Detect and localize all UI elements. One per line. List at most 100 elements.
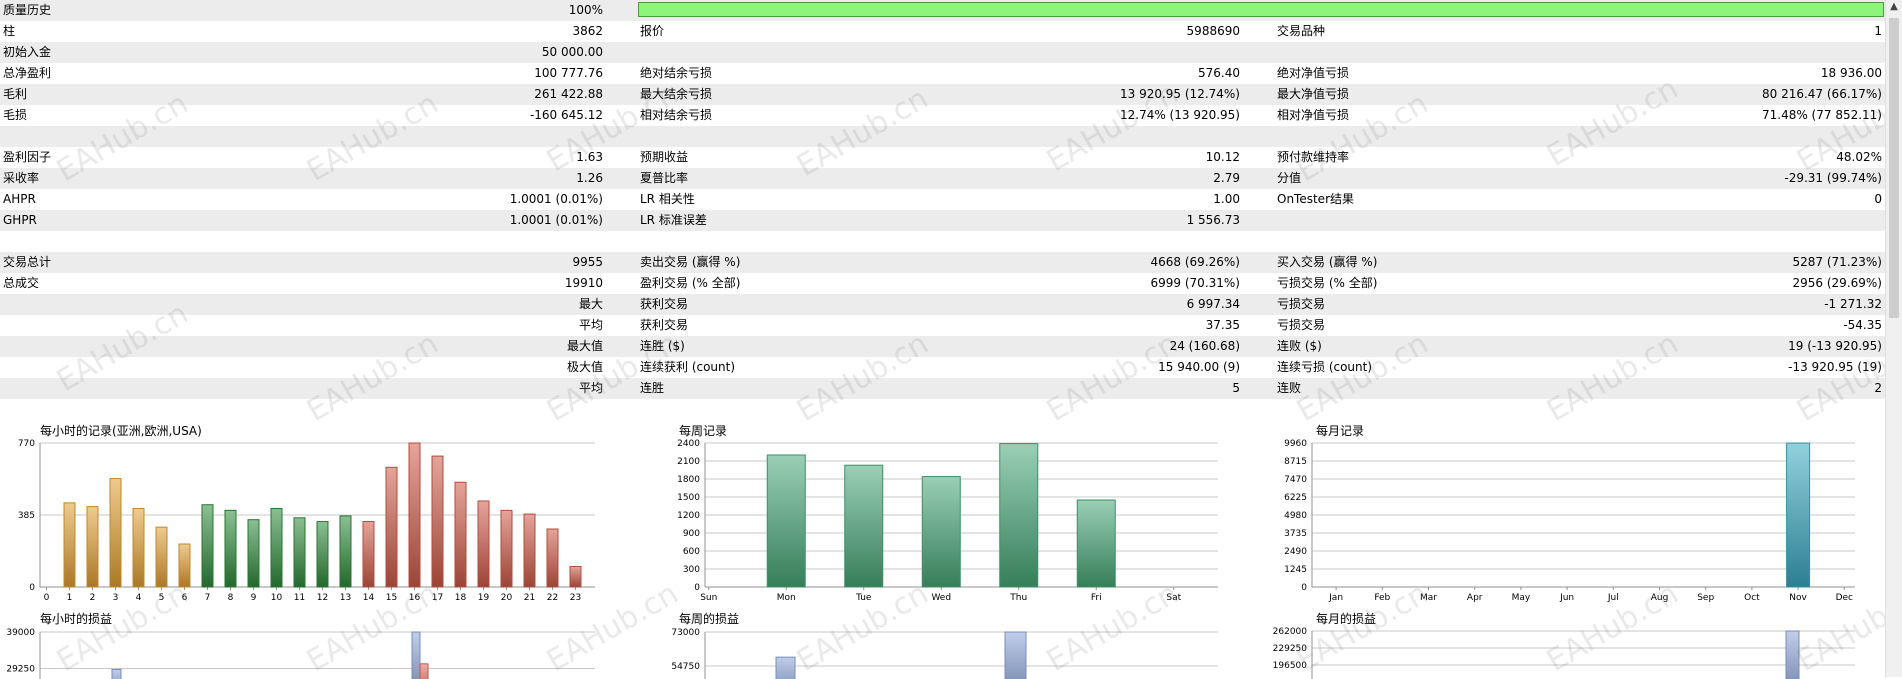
weekly-records-x-tick: Mon bbox=[777, 593, 796, 603]
monthly-records-y-tick: 9960 bbox=[1284, 439, 1307, 449]
hourly-records-x-tick: 2 bbox=[90, 593, 96, 603]
hourly-records-bar bbox=[500, 509, 513, 588]
hourly-records-x-tick: 0 bbox=[44, 593, 50, 603]
weekly-records-bar bbox=[766, 454, 806, 588]
hourly-records-bar bbox=[362, 521, 375, 588]
hourly-records-bar bbox=[201, 504, 214, 588]
hourly-records-x-tick: 19 bbox=[478, 593, 490, 603]
backtest-report: 质量历史 100% 柱 3862 报价 5988690 交易品种 1 初始入金 50 000.00… bbox=[0, 0, 1902, 679]
hourly-records-bar bbox=[293, 517, 306, 588]
weekly-records-x-tick: Tue bbox=[855, 593, 872, 603]
hourly-records-bar bbox=[339, 515, 352, 588]
hourly-records-bar bbox=[109, 478, 122, 588]
monthly-records-y-tick: 1245 bbox=[1284, 565, 1307, 575]
scroll-up-arrow-icon[interactable]: ▲ bbox=[1886, 0, 1902, 16]
hourly-records-x-tick: 4 bbox=[136, 593, 142, 603]
hourly-records-x-tick: 20 bbox=[501, 593, 513, 603]
charts-canvas: 77038500 1 2 3 4 5 6 7 8 9 10 11 12 13 14 15 16 17 18 19 20 2… bbox=[6, 439, 1855, 679]
monthly-records-bar bbox=[1786, 442, 1811, 588]
hourly-records-bar bbox=[385, 466, 398, 588]
weekly-records-x-tick: Wed bbox=[931, 593, 951, 603]
hourly-records-x-tick: 12 bbox=[317, 593, 328, 603]
monthly-records-x-tick: Jan bbox=[1328, 593, 1343, 603]
monthly-records-y-tick: 7470 bbox=[1284, 475, 1307, 485]
hourly-records-bar bbox=[132, 507, 145, 588]
monthly-records-x-tick: Sep bbox=[1697, 593, 1714, 603]
weekly-records-bar bbox=[844, 464, 884, 588]
hourly-records-bar bbox=[178, 543, 191, 588]
hourly-records-x-tick: 22 bbox=[547, 593, 558, 603]
monthly-pl-bar bbox=[1785, 630, 1800, 679]
monthly-records-y-tick: 3735 bbox=[1284, 529, 1307, 539]
weekly-records-y-tick: 2100 bbox=[677, 457, 700, 467]
scroll-thumb[interactable] bbox=[1889, 18, 1899, 318]
weekly-records-x-tick: Fri bbox=[1091, 593, 1102, 603]
monthly-pl-y-tick: 196500 bbox=[1273, 661, 1308, 671]
hourly-records-x-tick: 14 bbox=[363, 593, 375, 603]
hourly-pl-bar bbox=[111, 668, 122, 679]
weekly-records-bar bbox=[1076, 499, 1116, 588]
hourly-records-bar bbox=[408, 442, 421, 588]
hourly-records-bar bbox=[431, 455, 444, 588]
monthly-records-x-tick: Dec bbox=[1836, 593, 1853, 603]
monthly-records-y-tick: 6225 bbox=[1284, 493, 1307, 503]
hourly-pl-bar bbox=[411, 631, 421, 679]
monthly-records-x-tick: Jun bbox=[1559, 593, 1574, 603]
hourly-records-x-tick: 8 bbox=[228, 593, 234, 603]
hourly-records-x-tick: 1 bbox=[67, 593, 73, 603]
hourly-records-x-tick: 10 bbox=[271, 593, 283, 603]
weekly-records-x-tick: Thu bbox=[1009, 593, 1027, 603]
monthly-records-x-tick: Mar bbox=[1420, 593, 1437, 603]
monthly-records-x-tick: Feb bbox=[1374, 593, 1390, 603]
hourly-records-bar bbox=[523, 513, 536, 588]
monthly-records-x-tick: Aug bbox=[1651, 593, 1669, 603]
vertical-scrollbar[interactable]: ▲ bbox=[1885, 0, 1902, 677]
weekly-records-x-tick: Sat bbox=[1166, 593, 1181, 603]
hourly-pl-y-tick: 29250 bbox=[6, 665, 35, 675]
hourly-records-x-tick: 17 bbox=[432, 593, 443, 603]
weekly-pl-bar bbox=[1004, 631, 1027, 679]
monthly-records-y-tick: 4980 bbox=[1284, 511, 1307, 521]
hourly-records-bar bbox=[247, 519, 260, 588]
weekly-records-y-tick: 900 bbox=[683, 529, 700, 539]
weekly-records-y-tick: 1800 bbox=[677, 475, 700, 485]
weekly-records-bar bbox=[999, 443, 1039, 588]
hourly-records-bar bbox=[454, 481, 467, 588]
monthly-pl-y-tick: 262000 bbox=[1273, 627, 1308, 637]
weekly-records-y-tick: 1200 bbox=[677, 511, 700, 521]
monthly-records-y-tick: 8715 bbox=[1284, 457, 1307, 467]
weekly-records-y-tick: 300 bbox=[683, 565, 700, 575]
weekly-pl-y-tick: 54750 bbox=[671, 662, 700, 672]
weekly-records-y-tick: 2400 bbox=[677, 439, 700, 449]
hourly-records-bar bbox=[155, 526, 168, 588]
hourly-records-bar bbox=[546, 528, 559, 588]
monthly-records-x-tick: Nov bbox=[1789, 593, 1807, 603]
monthly-records-y-tick: 2490 bbox=[1284, 547, 1307, 557]
weekly-records-x-tick: Sun bbox=[700, 593, 717, 603]
hourly-records-x-tick: 15 bbox=[386, 593, 397, 603]
hourly-records-x-tick: 5 bbox=[159, 593, 165, 603]
hourly-records-y-tick: 385 bbox=[18, 511, 35, 521]
monthly-records-x-tick: Jul bbox=[1607, 593, 1619, 603]
hourly-records-y-tick: 770 bbox=[18, 439, 35, 449]
hourly-records-bar bbox=[477, 500, 490, 588]
weekly-records-y-tick: 0 bbox=[694, 583, 700, 593]
hourly-records-x-tick: 11 bbox=[294, 593, 305, 603]
weekly-records-y-tick: 600 bbox=[683, 547, 700, 557]
monthly-records-x-tick: Apr bbox=[1467, 593, 1483, 603]
monthly-records-x-tick: Oct bbox=[1744, 593, 1760, 603]
hourly-records-x-tick: 9 bbox=[251, 593, 257, 603]
hourly-records-y-tick: 0 bbox=[29, 583, 35, 593]
weekly-pl-y-tick: 73000 bbox=[671, 628, 700, 638]
hourly-records-x-tick: 13 bbox=[340, 593, 351, 603]
weekly-records-bar bbox=[921, 476, 961, 588]
hourly-records-bar bbox=[270, 507, 283, 588]
hourly-records-bar bbox=[63, 502, 76, 588]
weekly-pl-bar bbox=[775, 656, 796, 679]
monthly-records-x-tick: May bbox=[1512, 593, 1531, 603]
hourly-records-x-tick: 23 bbox=[570, 593, 581, 603]
hourly-pl-y-tick: 39000 bbox=[6, 628, 35, 638]
hourly-records-bar bbox=[86, 506, 99, 588]
hourly-records-x-tick: 3 bbox=[113, 593, 119, 603]
hourly-records-x-tick: 18 bbox=[455, 593, 467, 603]
